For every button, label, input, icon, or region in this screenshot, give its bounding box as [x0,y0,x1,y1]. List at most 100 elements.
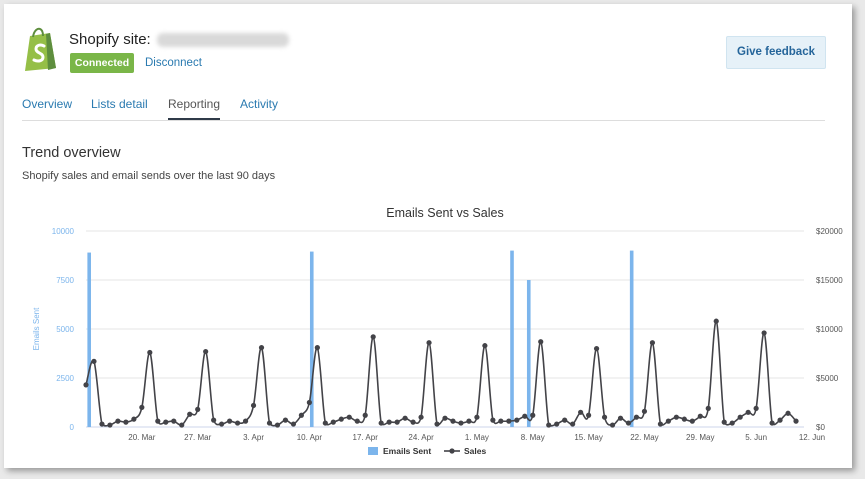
section-title: Trend overview [22,145,121,161]
sales-point [562,417,568,423]
sales-point [163,419,169,425]
sales-point [761,330,767,336]
status-badge: Connected [70,53,134,73]
sales-point [83,382,89,388]
shopify-logo-icon [25,27,56,71]
sales-point [370,334,376,340]
y-tick-label: 0 [70,423,75,432]
sales-point [506,418,512,424]
emails-sent-bar [526,280,531,427]
sales-point [139,404,145,410]
sales-point [187,411,193,417]
sales-point [219,421,225,427]
x-tick-label: 8. May [521,433,545,442]
x-tick-label: 17. Apr [353,433,379,442]
sales-point [586,412,592,418]
sales-point [482,343,488,349]
sales-point [426,340,432,346]
sales-point [227,418,233,424]
sales-point [91,358,97,364]
sales-point [578,409,584,415]
sales-point [394,419,400,425]
sales-point [546,422,552,428]
site-label: Shopify site: [69,31,151,48]
sales-point [538,339,544,345]
x-tick-label: 1. May [465,433,489,442]
sales-point [649,340,656,346]
legend-sales-label: Sales [464,446,486,456]
y2-tick-label: $0 [816,423,825,432]
sales-point [753,405,759,411]
sales-point [378,420,384,426]
sales-point [147,349,153,356]
sales-point [514,417,520,423]
sales-point [234,420,241,426]
sales-point [362,412,368,418]
sales-point [410,419,416,425]
x-tick-label: 24. Apr [408,433,434,442]
sales-point [115,418,121,424]
x-tick-label: 10. Apr [297,433,323,442]
sales-point [354,418,360,424]
sales-point [282,417,289,423]
tab-reporting[interactable]: Reporting [168,96,221,120]
tab-activity[interactable]: Activity [240,96,278,120]
x-tick-label: 20. Mar [128,433,155,442]
sales-point [633,414,640,420]
tab-overview[interactable]: Overview [22,96,72,120]
sales-point [490,417,496,423]
sales-point [474,414,480,420]
sales-point [338,416,344,422]
sales-point [131,416,137,422]
sales-point [434,421,440,427]
sales-point [195,406,201,412]
sales-point [418,414,424,420]
sales-point [769,420,775,426]
sales-point [697,413,703,419]
emails-sent-bar [87,252,91,427]
x-tick-label: 27. Mar [184,433,211,442]
y2-tick-label: $15000 [816,276,843,285]
y2-tick-label: $10000 [816,325,843,334]
sales-point [729,420,735,426]
sales-point [450,418,456,424]
sales-point [306,399,312,406]
y-axis-label: Emails Sent [32,307,41,350]
x-tick-label: 15. May [574,433,602,442]
sales-point [713,318,719,324]
chart-title: Emails Sent vs Sales [386,206,503,220]
sales-point [346,414,352,420]
sales-point [386,419,392,425]
sales-point [330,419,336,425]
legend-emails-swatch [368,447,378,455]
x-tick-label: 3. Apr [243,433,264,442]
sales-point [274,422,281,428]
section-subtitle: Shopify sales and email sends over the l… [22,170,276,182]
sales-point [705,405,711,411]
sales-point [570,421,576,427]
sales-point [522,413,528,419]
sales-point [402,415,408,421]
sales-point [258,345,265,351]
reporting-panel: Shopify site: Connected Disconnect Give … [4,4,852,468]
sales-point [290,421,297,427]
sales-point [179,422,185,428]
sales-point [793,418,799,424]
sales-point [785,410,791,416]
sales-point [498,418,504,424]
sales-point [458,420,464,426]
x-tick-label: 5. Jun [745,433,767,442]
sales-point [155,418,161,424]
y-tick-label: 7500 [56,276,74,285]
sales-point [777,417,783,423]
sales-point [442,415,448,421]
sales-point [203,348,209,355]
tab-lists-detail[interactable]: Lists detail [91,96,148,120]
sales-point [657,421,664,427]
tab-bar: Overview Lists detail Reporting Activity [22,96,825,121]
sales-point [242,418,249,424]
emails-sent-bar [510,250,514,427]
sales-point [554,421,560,427]
disconnect-link[interactable]: Disconnect [145,53,202,73]
give-feedback-button[interactable]: Give feedback [726,36,826,69]
